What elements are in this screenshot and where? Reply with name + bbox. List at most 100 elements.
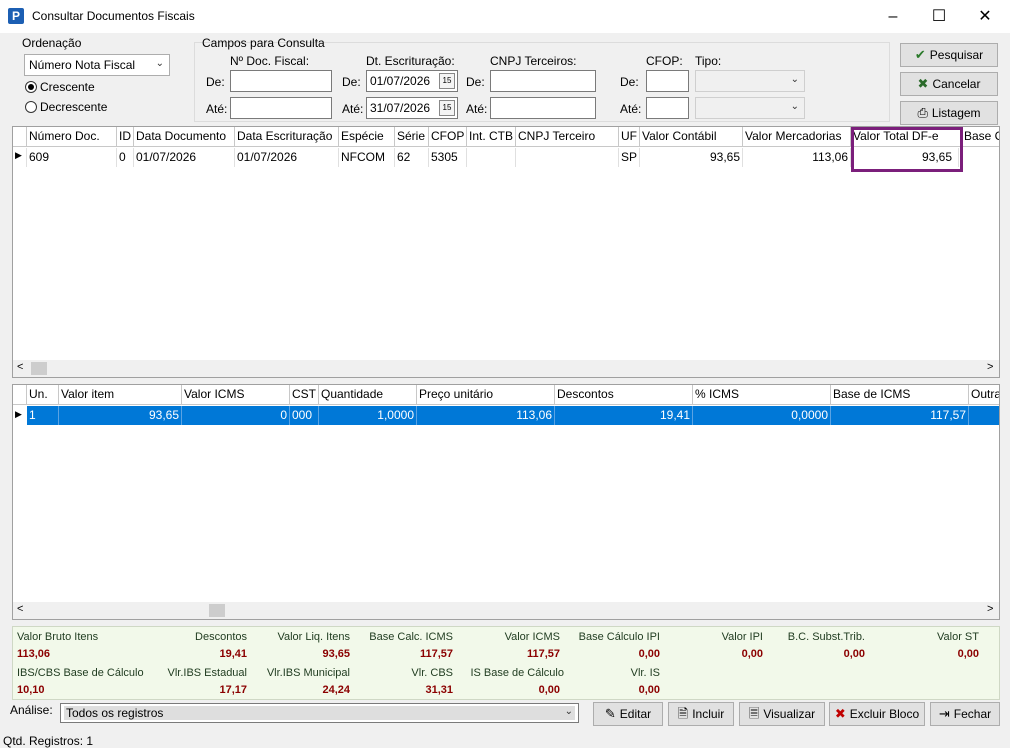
- col-cfop[interactable]: CFOP: [429, 127, 467, 147]
- analysis-select[interactable]: Todos os registros ⌄: [60, 703, 579, 723]
- col-quantidade[interactable]: Quantidade: [319, 385, 417, 405]
- incluir-label: Incluir: [692, 707, 725, 721]
- excluir-bloco-button[interactable]: ✖ Excluir Bloco: [829, 702, 925, 726]
- new-document-icon: 🗎: [677, 706, 689, 721]
- total-label: Descontos: [195, 631, 247, 643]
- cell-uf[interactable]: SP: [619, 148, 640, 167]
- col-valor-mercadorias[interactable]: Valor Mercadorias: [743, 127, 851, 147]
- cell-outra[interactable]: [969, 406, 999, 425]
- cell-data-documento[interactable]: 01/07/2026: [134, 148, 235, 167]
- editar-button[interactable]: ✎ Editar: [593, 702, 663, 726]
- docs-horizontal-scrollbar[interactable]: < >: [13, 360, 999, 377]
- col-valor-item[interactable]: Valor item: [59, 385, 182, 405]
- col-numero-doc[interactable]: Número Doc.: [27, 127, 117, 147]
- pesquisar-button[interactable]: ✔ Pesquisar: [900, 43, 998, 67]
- col-base-c[interactable]: Base C: [962, 127, 999, 147]
- radio-decrescente[interactable]: [25, 101, 37, 113]
- dt-to-input[interactable]: 31/07/2026 15: [366, 97, 458, 119]
- col-id[interactable]: ID: [117, 127, 134, 147]
- cell-valor-item[interactable]: 93,65: [59, 406, 182, 425]
- col-outra[interactable]: Outra: [969, 385, 999, 405]
- items-grid[interactable]: Un. Valor item Valor ICMS CST Quantidade…: [12, 384, 1000, 620]
- total-value: 0,00: [741, 648, 763, 660]
- doc-from-input[interactable]: [230, 70, 332, 92]
- cell-int-ctb[interactable]: [467, 148, 516, 167]
- cell-preco-unitario[interactable]: 113,06: [417, 406, 555, 425]
- cnpj-from-input[interactable]: [490, 70, 596, 92]
- col-cnpj-terceiro[interactable]: CNPJ Terceiro: [516, 127, 619, 147]
- cell-perc-icms[interactable]: 0,0000: [693, 406, 831, 425]
- items-horizontal-scrollbar[interactable]: < >: [13, 602, 999, 619]
- total-label: Vlr. IS: [630, 667, 660, 679]
- col-valor-icms[interactable]: Valor ICMS: [182, 385, 290, 405]
- ordering-select[interactable]: Número Nota Fiscal ⌄: [24, 54, 170, 76]
- total-label: B.C. Subst.Trib.: [787, 631, 865, 643]
- col-cst[interactable]: CST: [290, 385, 319, 405]
- total-value: 24,24: [322, 684, 350, 696]
- total-value: 0,00: [957, 648, 979, 660]
- calendar-icon[interactable]: 15: [439, 73, 455, 89]
- tipo-to-select[interactable]: ⌄: [695, 97, 805, 119]
- scroll-right-icon[interactable]: >: [987, 361, 993, 373]
- col-int-ctb[interactable]: Int. CTB: [467, 127, 516, 147]
- total-label: Valor Bruto Itens: [17, 631, 99, 643]
- doc-to-label: Até:: [206, 102, 228, 116]
- scroll-thumb[interactable]: [31, 362, 47, 375]
- cell-base-icms[interactable]: 117,57: [831, 406, 969, 425]
- cell-valor-icms[interactable]: 0: [182, 406, 290, 425]
- radio-crescente[interactable]: [25, 81, 37, 93]
- cfop-from-label: De:: [620, 75, 639, 89]
- incluir-button[interactable]: 🗎 Incluir: [668, 702, 734, 726]
- cell-id[interactable]: 0: [117, 148, 134, 167]
- maximize-button[interactable]: ☐: [916, 0, 962, 33]
- cell-descontos[interactable]: 19,41: [555, 406, 693, 425]
- cancelar-label: Cancelar: [932, 77, 981, 91]
- col-base-icms[interactable]: Base de ICMS: [831, 385, 969, 405]
- scroll-left-icon[interactable]: <: [17, 361, 23, 373]
- cnpj-to-input[interactable]: [490, 97, 596, 119]
- row-pointer-icon: ▶: [15, 409, 22, 419]
- cell-serie[interactable]: 62: [395, 148, 429, 167]
- cell-cst[interactable]: 000: [290, 406, 319, 425]
- tipo-from-select[interactable]: ⌄: [695, 70, 805, 92]
- excluir-bloco-label: Excluir Bloco: [849, 707, 920, 721]
- col-serie[interactable]: Série: [395, 127, 429, 147]
- cell-data-escrituracao[interactable]: 01/07/2026: [235, 148, 339, 167]
- col-especie[interactable]: Espécie: [339, 127, 395, 147]
- visualizar-button[interactable]: 🗏 Visualizar: [739, 702, 825, 726]
- col-data-escrituracao[interactable]: Data Escrituração: [235, 127, 339, 147]
- cell-numero-doc[interactable]: 609: [27, 148, 117, 167]
- total-label: Base Calc. ICMS: [369, 631, 453, 643]
- cell-valor-mercadorias[interactable]: 113,06: [743, 148, 851, 167]
- listagem-button[interactable]: ⎙ Listagem: [900, 101, 998, 125]
- analysis-label: Análise:: [10, 703, 53, 717]
- dt-from-input[interactable]: 01/07/2026 15: [366, 70, 458, 92]
- scroll-left-icon[interactable]: <: [17, 603, 23, 615]
- close-button[interactable]: ✕: [962, 0, 1008, 33]
- cell-un[interactable]: 1: [27, 406, 59, 425]
- col-data-documento[interactable]: Data Documento: [134, 127, 235, 147]
- total-value: 0,00: [538, 684, 560, 696]
- cell-cnpj-terceiro[interactable]: [516, 148, 619, 167]
- cfop-to-input[interactable]: [646, 97, 689, 119]
- cell-valor-contabil[interactable]: 93,65: [640, 148, 743, 167]
- minimize-button[interactable]: –: [870, 0, 916, 33]
- cancelar-button[interactable]: ✖ Cancelar: [900, 72, 998, 96]
- cell-especie[interactable]: NFCOM: [339, 148, 395, 167]
- doc-to-input[interactable]: [230, 97, 332, 119]
- scroll-right-icon[interactable]: >: [987, 603, 993, 615]
- col-un[interactable]: Un.: [27, 385, 59, 405]
- fechar-button[interactable]: ⇥ Fechar: [930, 702, 1000, 726]
- col-preco-unitario[interactable]: Preço unitário: [417, 385, 555, 405]
- calendar-icon[interactable]: 15: [439, 100, 455, 116]
- col-uf[interactable]: UF: [619, 127, 640, 147]
- cell-cfop[interactable]: 5305: [429, 148, 467, 167]
- col-valor-contabil[interactable]: Valor Contábil: [640, 127, 743, 147]
- scroll-thumb[interactable]: [209, 604, 225, 617]
- cfop-from-input[interactable]: [646, 70, 689, 92]
- documents-grid[interactable]: Número Doc. ID Data Documento Data Escri…: [12, 126, 1000, 378]
- cell-quantidade[interactable]: 1,0000: [319, 406, 417, 425]
- col-perc-icms[interactable]: % ICMS: [693, 385, 831, 405]
- col-descontos[interactable]: Descontos: [555, 385, 693, 405]
- pesquisar-label: Pesquisar: [929, 48, 984, 62]
